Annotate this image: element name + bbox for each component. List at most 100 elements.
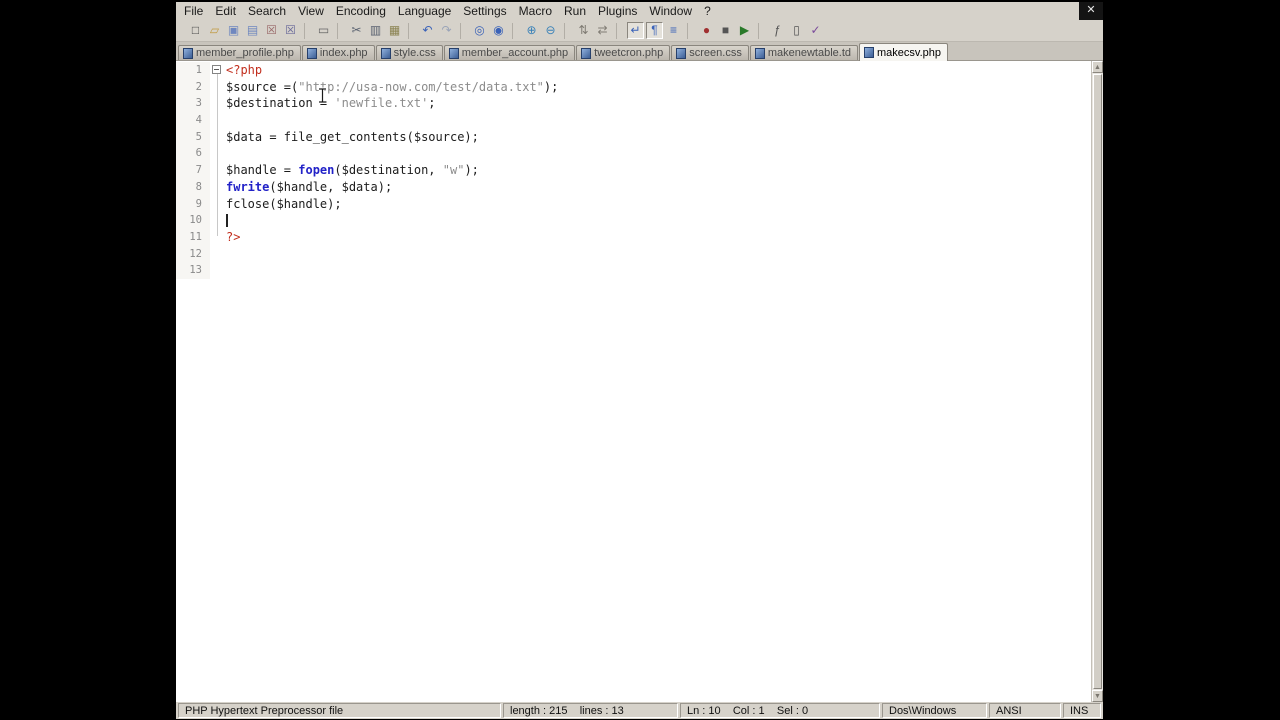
code-line-5[interactable]: 5 $data = file_get_contents($source);: [176, 128, 1091, 146]
tab-member-profile-php[interactable]: member_profile.php: [178, 45, 301, 60]
code-line-11[interactable]: 11 ?>: [176, 228, 1091, 246]
menu-item-macro[interactable]: Macro: [513, 2, 558, 20]
menu-item-window[interactable]: Window: [643, 2, 698, 20]
tab-tweetcron-php[interactable]: tweetcron.php: [576, 45, 671, 60]
vertical-scrollbar[interactable]: ▲ ▼: [1091, 61, 1103, 702]
undo-icon[interactable]: ↶: [419, 22, 436, 39]
tab-member-account-php[interactable]: member_account.php: [443, 45, 576, 60]
sync-horizontal-scrolling-icon[interactable]: ⇄: [594, 22, 611, 39]
monitoring-icon[interactable]: ✓: [807, 22, 824, 39]
code-line-10[interactable]: 10: [176, 212, 1091, 229]
menu-item-edit[interactable]: Edit: [209, 2, 242, 20]
stop-macro-icon[interactable]: ■: [717, 22, 734, 39]
tab-label: index.php: [319, 47, 368, 59]
code-text: $destination = 'newfile.txt';: [226, 96, 436, 111]
code-line-8[interactable]: 8 fwrite($handle, $data);: [176, 178, 1091, 196]
code-line-9[interactable]: 9 fclose($handle);: [176, 195, 1091, 213]
caret: [226, 214, 228, 228]
tab-label: tweetcron.php: [594, 47, 664, 59]
tab-style-css[interactable]: style.css: [375, 45, 443, 60]
scroll-down-icon[interactable]: ▼: [1092, 690, 1103, 702]
indent-guide-icon[interactable]: ≡: [665, 22, 682, 39]
document-icon: [448, 47, 459, 59]
cut-icon[interactable]: ✂: [348, 22, 365, 39]
fold-margin: [210, 246, 224, 263]
menu-item-run[interactable]: Run: [558, 2, 592, 20]
toolbar: □ ▱ ▣ ▤ ☒ ☒ ▭ ✂ ▥ ▦ ↶ ↷ ◎ ◉ ⊕ ⊖ ⇅ ⇄ ↵ ¶ ≡ ● ■ ▶ ƒ ▯ ✓: [176, 20, 1103, 42]
menu-item-language[interactable]: Language: [392, 2, 457, 20]
code-line-4[interactable]: 4: [176, 112, 1091, 129]
code-pane[interactable]: 1 <?php 2 $source =("http://usa-now.com/tes…: [176, 61, 1091, 702]
menu-item-help[interactable]: ?: [698, 2, 717, 20]
code-text: $handle = fopen($destination, "w");: [226, 163, 479, 178]
menu-item-view[interactable]: View: [292, 2, 330, 20]
zoom-in-icon[interactable]: ⊕: [523, 22, 540, 39]
status-encoding: ANSI: [989, 703, 1061, 718]
line-number: 12: [176, 245, 210, 263]
code-text: $source =("http://usa-now.com/test/data.…: [226, 79, 559, 94]
scrollbar-thumb[interactable]: [1093, 74, 1102, 689]
word-wrap-icon[interactable]: ↵: [627, 22, 644, 39]
sync-vertical-scrolling-icon[interactable]: ⇅: [575, 22, 592, 39]
code-line-3[interactable]: 3 $destination = 'newfile.txt';: [176, 95, 1091, 113]
line-number: 4: [176, 112, 210, 129]
replace-icon[interactable]: ◉: [490, 22, 507, 39]
document-icon: [306, 47, 317, 59]
fold-margin: [210, 262, 224, 279]
code-line-13[interactable]: 13: [176, 262, 1091, 279]
code-text: ?>: [226, 229, 241, 244]
editor[interactable]: 1 <?php 2 $source =("http://usa-now.com/tes…: [176, 61, 1103, 702]
function-list-icon[interactable]: ƒ: [769, 22, 786, 39]
new-file-icon[interactable]: □: [187, 22, 204, 39]
save-icon[interactable]: ▣: [225, 22, 242, 39]
window-close-icon[interactable]: ✕: [1079, 2, 1103, 20]
close-document-icon[interactable]: ☒: [263, 22, 280, 39]
menu-item-plugins[interactable]: Plugins: [592, 2, 643, 20]
tab-makecsv-php[interactable]: makecsv.php: [859, 43, 949, 61]
notepadpp-window: File Edit Search View Encoding Language Settin…: [176, 2, 1103, 719]
status-bar: PHP Hypertext Preprocessor file length :…: [176, 702, 1103, 719]
tab-index-php[interactable]: index.php: [301, 45, 375, 60]
menu-item-search[interactable]: Search: [242, 2, 292, 20]
close-all-documents-icon[interactable]: ☒: [282, 22, 299, 39]
document-icon: [864, 47, 875, 58]
redo-icon[interactable]: ↷: [438, 22, 455, 39]
code-line-7[interactable]: 7 $handle = fopen($destination, "w");: [176, 162, 1091, 179]
menu-item-file[interactable]: File: [178, 2, 209, 20]
toolbar-separator: [408, 22, 415, 39]
copy-icon[interactable]: ▥: [367, 22, 384, 39]
line-number: 9: [176, 195, 210, 213]
record-macro-icon[interactable]: ●: [698, 22, 715, 39]
scroll-up-icon[interactable]: ▲: [1092, 61, 1103, 73]
menu-item-settings[interactable]: Settings: [457, 2, 512, 20]
document-icon: [676, 47, 687, 59]
find-icon[interactable]: ◎: [471, 22, 488, 39]
line-number: 13: [176, 262, 210, 279]
line-number: 7: [176, 162, 210, 179]
play-macro-icon[interactable]: ▶: [736, 22, 753, 39]
code-line-1[interactable]: 1 <?php: [176, 62, 1091, 79]
paste-icon[interactable]: ▦: [386, 22, 403, 39]
open-file-icon[interactable]: ▱: [206, 22, 223, 39]
line-number: 6: [176, 145, 210, 163]
line-number: 10: [176, 212, 210, 229]
code-line-12[interactable]: 12: [176, 245, 1091, 263]
fold-collapse-icon[interactable]: [212, 65, 221, 74]
document-map-icon[interactable]: ▯: [788, 22, 805, 39]
print-icon[interactable]: ▭: [315, 22, 332, 39]
code-line-6[interactable]: 6: [176, 145, 1091, 163]
tab-screen-css[interactable]: screen.css: [671, 45, 749, 60]
menu-item-encoding[interactable]: Encoding: [330, 2, 392, 20]
tab-makenewtable-td[interactable]: makenewtable.td: [749, 45, 859, 60]
save-all-icon[interactable]: ▤: [244, 22, 261, 39]
document-icon: [754, 47, 765, 59]
status-insert-mode: INS: [1063, 703, 1101, 718]
show-all-characters-icon[interactable]: ¶: [646, 22, 663, 39]
code-line-2[interactable]: 2 $source =("http://usa-now.com/test/data…: [176, 78, 1091, 96]
tab-label: member_account.php: [461, 47, 569, 59]
zoom-out-icon[interactable]: ⊖: [542, 22, 559, 39]
tab-bar: member_profile.php index.php style.css memb…: [176, 42, 1103, 61]
